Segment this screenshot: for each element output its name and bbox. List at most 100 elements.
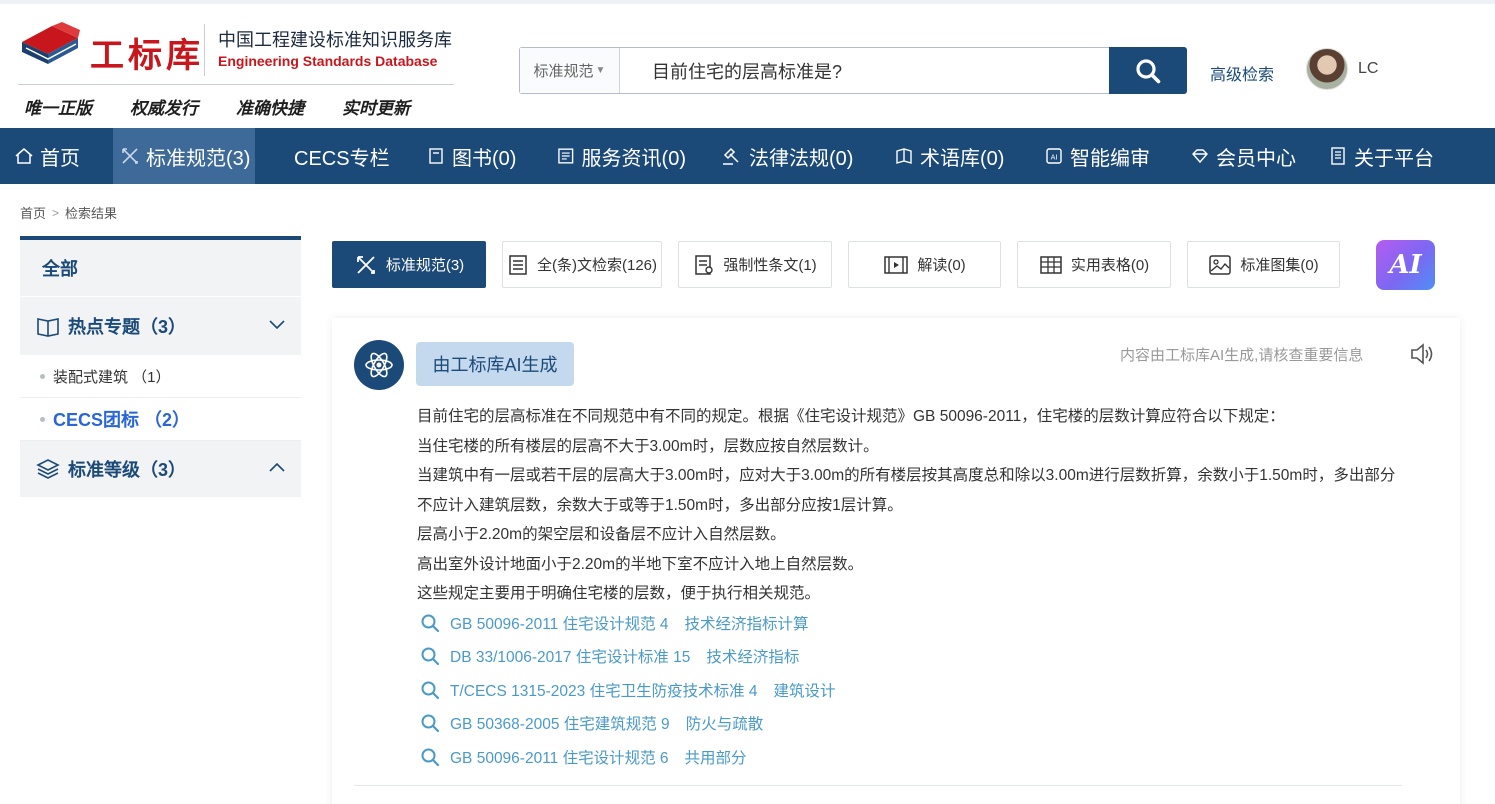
- tab-label: 全(条)文检索(126): [536, 257, 657, 274]
- svg-text:AI: AI: [1051, 154, 1058, 162]
- mandatory-icon: [695, 254, 714, 275]
- filter-sidebar: 全部 热点专题（3） 装配式建筑 （1） CECS团标 （2） 标准等级（3）: [20, 236, 301, 497]
- search-icon: [421, 614, 440, 632]
- breadcrumb-home[interactable]: 首页: [20, 203, 46, 222]
- sidebar-item-label: CECS团标 （2）: [53, 410, 191, 430]
- logo-chinese-title: 中国工程建设标准知识服务库: [218, 30, 452, 50]
- search-type-label: 标准规范: [533, 63, 594, 80]
- reference-section: 共用部分: [684, 749, 747, 767]
- tools-icon: [356, 255, 375, 274]
- tools-icon: [122, 148, 138, 164]
- tab-fulltext-search[interactable]: 全(条)文检索(126): [502, 241, 662, 288]
- sidebar-item-cecs-standards[interactable]: CECS团标 （2）: [20, 398, 301, 441]
- nav-item-laws[interactable]: 法律法规(0): [686, 128, 857, 184]
- logo-english-title: Engineering Standards Database: [218, 53, 438, 69]
- user-avatar[interactable]: [1306, 48, 1348, 90]
- sidebar-group-label: 热点专题（3）: [68, 317, 187, 337]
- logo-divider: [204, 24, 205, 76]
- nav-item-about[interactable]: 关于平台: [1296, 128, 1436, 184]
- tab-label: 实用表格(0): [1070, 257, 1150, 274]
- answer-paragraph: 层高小于2.20m的架空层和设备层不应计入自然层数。: [417, 526, 786, 543]
- nav-item-smart-review[interactable]: AI 智能编审: [1007, 128, 1152, 184]
- nav-label: CECS专栏: [294, 147, 390, 170]
- reference-doc: GB 50368-2005 住宅建筑规范 9: [450, 716, 670, 734]
- answer-paragraph: 高出室外设计地面小于2.20m的半地下室不应计入地上自然层数。: [417, 555, 864, 573]
- reference-link[interactable]: T/CECS 1315-2023 住宅卫生防疫技术标准 4 建筑设计: [420, 673, 836, 707]
- answer-paragraph: 这些规定主要用于明确住宅楼的层数，便于执行相关规范。: [417, 585, 821, 602]
- sidebar-group-label: 标准等级（3）: [68, 460, 187, 480]
- nav-item-glossary[interactable]: 术语库(0): [857, 128, 1007, 184]
- nav-label: 服务资讯(0): [581, 147, 686, 170]
- slogan-3: 准确快捷: [236, 99, 304, 119]
- video-icon: [884, 255, 909, 274]
- diamond-icon: [1192, 149, 1208, 164]
- open-book-icon: [37, 318, 59, 337]
- sidebar-group-standard-level[interactable]: 标准等级（3）: [20, 441, 301, 497]
- breadcrumb: 首页 > 检索结果: [20, 203, 117, 222]
- nav-item-books[interactable]: 图书(0): [389, 128, 519, 184]
- answer-paragraph: 当建筑中有一层或若干层的层高大于3.00m时，应对大于3.00m的所有楼层按其高…: [417, 467, 1396, 514]
- nav-label: 关于平台: [1354, 147, 1434, 170]
- tab-standards[interactable]: 标准规范(3): [332, 241, 486, 288]
- reference-section: 防火与疏散: [685, 716, 764, 734]
- nav-label: 术语库(0): [920, 147, 1005, 170]
- speaker-icon[interactable]: [1408, 340, 1436, 373]
- nav-label: 标准规范(3): [146, 147, 251, 170]
- reference-doc: GB 50096-2011 住宅设计规范 4: [450, 615, 669, 633]
- nav-item-news[interactable]: 服务资讯(0): [519, 128, 686, 184]
- ai-disclaimer: 内容由工标库AI生成,请核查重要信息: [1120, 347, 1364, 364]
- user-name[interactable]: LC: [1358, 60, 1378, 78]
- site-header: 工标库 中国工程建设标准知识服务库 Engineering Standards …: [0, 0, 1495, 128]
- news-icon: [558, 148, 574, 164]
- reference-link[interactable]: GB 50368-2005 住宅建筑规范 9 防火与疏散: [420, 707, 836, 741]
- ai-badge-label: AI: [1389, 250, 1422, 280]
- nav-item-cecs[interactable]: CECS专栏: [255, 128, 390, 184]
- tab-atlas[interactable]: 标准图集(0): [1187, 241, 1340, 288]
- book-icon: [429, 148, 443, 164]
- reference-doc: GB 50096-2011 住宅设计规范 6: [450, 749, 669, 767]
- tab-mandatory-clauses[interactable]: 强制性条文(1): [678, 241, 832, 288]
- bullet-dot: [40, 373, 45, 379]
- sidebar-item-prefab-building[interactable]: 装配式建筑 （1）: [20, 355, 301, 398]
- reference-section: 技术经济指标计算: [684, 615, 809, 633]
- bullet-dot: [40, 416, 45, 422]
- search-input[interactable]: [620, 48, 1109, 93]
- reference-doc: DB 33/1006-2017 住宅设计标准 15: [450, 649, 691, 667]
- caret-down-icon: ▼: [595, 65, 606, 76]
- search-icon: [421, 748, 440, 766]
- search-bar: 标准规范 ▼: [519, 47, 1187, 94]
- ai-generated-tag: 由工标库AI生成: [416, 342, 574, 386]
- tab-label: 强制性条文(1): [723, 257, 817, 274]
- tab-interpretation[interactable]: 解读(0): [848, 241, 1001, 288]
- tab-practical-tables[interactable]: 实用表格(0): [1017, 241, 1171, 288]
- tab-label: 解读(0): [917, 257, 966, 274]
- advanced-search-link[interactable]: 高级检索: [1210, 61, 1274, 85]
- reference-list: GB 50096-2011 住宅设计规范 4 技术经济指标计算 DB 33/10…: [420, 606, 836, 774]
- reference-doc: T/CECS 1315-2023 住宅卫生防疫技术标准 4: [450, 682, 758, 700]
- nav-label: 会员中心: [1216, 147, 1296, 170]
- nav-item-home[interactable]: 首页: [0, 128, 113, 184]
- search-type-select[interactable]: 标准规范 ▼: [520, 48, 620, 93]
- reference-link[interactable]: GB 50096-2011 住宅设计规范 6 共用部分: [420, 740, 836, 774]
- nav-item-standards[interactable]: 标准规范(3): [113, 128, 255, 184]
- fulltext-icon: [509, 254, 527, 275]
- chevron-down-icon[interactable]: [269, 318, 285, 330]
- chevron-up-icon[interactable]: [269, 462, 285, 474]
- logo-rule: [18, 84, 454, 85]
- gavel-icon: [723, 147, 739, 165]
- search-button[interactable]: [1109, 47, 1187, 94]
- nav-item-membership[interactable]: 会员中心: [1152, 128, 1296, 184]
- sidebar-all[interactable]: 全部: [20, 236, 301, 296]
- reference-link[interactable]: GB 50096-2011 住宅设计规范 4 技术经济指标计算: [420, 606, 836, 640]
- ai-chip-icon: AI: [1046, 148, 1062, 164]
- tab-label: 标准图集(0): [1240, 257, 1319, 274]
- site-logo[interactable]: 工标库 中国工程建设标准知识服务库 Engineering Standards …: [18, 18, 458, 122]
- glossary-icon: [896, 148, 912, 164]
- document-icon: [1331, 147, 1345, 165]
- logo-name: 工标库: [90, 36, 204, 76]
- nav-label: 智能编审: [1070, 147, 1150, 170]
- search-icon: [421, 647, 440, 666]
- sidebar-group-hot-topics[interactable]: 热点专题（3）: [20, 297, 301, 355]
- ai-assistant-button[interactable]: AI: [1376, 240, 1435, 290]
- reference-link[interactable]: DB 33/1006-2017 住宅设计标准 15 技术经济指标: [420, 640, 836, 674]
